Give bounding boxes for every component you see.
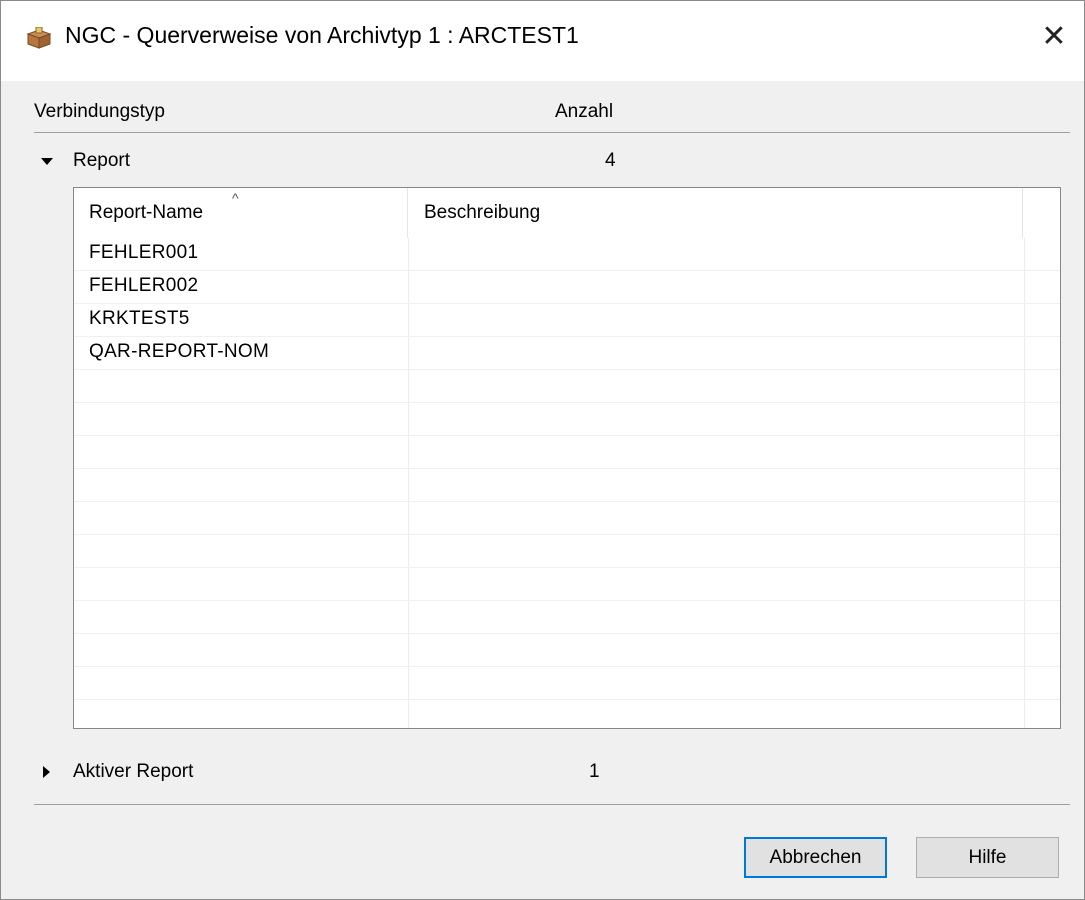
chevron-down-icon[interactable] (41, 158, 53, 165)
empty-row (74, 601, 1060, 634)
cell-report-name: FEHLER002 (89, 275, 199, 296)
report-table[interactable]: Report-Name ^ Beschreibung FEHLER001 FEH… (73, 187, 1061, 729)
column-header-report-name[interactable]: Report-Name (89, 202, 203, 224)
group-row-active-report[interactable]: Aktiver Report 1 (41, 759, 661, 785)
column-header-description[interactable]: Beschreibung (424, 202, 540, 224)
close-icon: ✕ (1041, 19, 1067, 54)
cancel-button[interactable]: Abbrechen (744, 837, 887, 878)
empty-row (74, 568, 1060, 601)
group-count: 4 (605, 150, 616, 171)
header-divider (34, 132, 1070, 133)
dialog-client: Verbindungstyp Anzahl Report 4 Report-Na… (1, 81, 1084, 899)
dialog-window: NGC - Querverweise von Archivtyp 1 : ARC… (0, 0, 1085, 900)
group-label: Report (73, 150, 131, 171)
chevron-right-icon[interactable] (43, 766, 50, 778)
empty-row (74, 370, 1060, 403)
footer-divider (34, 804, 1070, 805)
empty-row (74, 502, 1060, 535)
cell-report-name: KRKTEST5 (89, 308, 190, 329)
column-header-count: Anzahl (555, 101, 614, 122)
group-row-report[interactable]: Report 4 (41, 148, 661, 174)
empty-row (74, 634, 1060, 667)
table-row[interactable]: FEHLER002 (74, 271, 1060, 304)
column-header-type: Verbindungstyp (34, 101, 165, 122)
sort-ascending-icon: ^ (232, 190, 239, 206)
empty-row (74, 403, 1060, 436)
table-row[interactable]: FEHLER001 (74, 238, 1060, 271)
table-header: Report-Name ^ Beschreibung (74, 188, 1060, 238)
group-label: Aktiver Report (73, 761, 194, 782)
help-button[interactable]: Hilfe (916, 837, 1059, 878)
empty-row (74, 667, 1060, 700)
package-icon (26, 27, 52, 49)
cell-report-name: FEHLER001 (89, 242, 199, 263)
close-button[interactable]: ✕ (1034, 19, 1074, 55)
empty-row (74, 436, 1060, 469)
table-row[interactable]: KRKTEST5 (74, 304, 1060, 337)
cell-report-name: QAR-REPORT-NOM (89, 341, 270, 362)
table-body: FEHLER001 FEHLER002 KRKTEST5 QAR-REPORT-… (74, 238, 1060, 700)
title-bar[interactable]: NGC - Querverweise von Archivtyp 1 : ARC… (1, 1, 1084, 81)
window-title: NGC - Querverweise von Archivtyp 1 : ARC… (65, 22, 579, 48)
empty-row (74, 535, 1060, 568)
column-divider[interactable] (407, 188, 408, 238)
empty-row (74, 469, 1060, 502)
column-divider[interactable] (1022, 188, 1023, 238)
table-row[interactable]: QAR-REPORT-NOM (74, 337, 1060, 370)
group-count: 1 (589, 761, 600, 782)
